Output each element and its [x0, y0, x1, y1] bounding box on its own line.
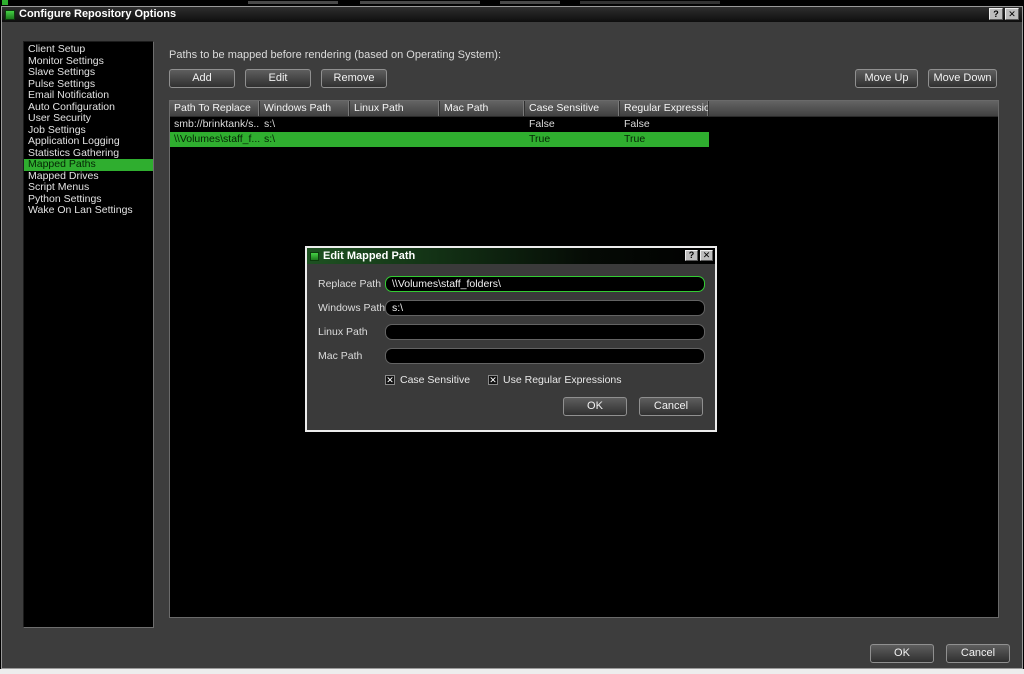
mapped-paths-description: Paths to be mapped before rendering (bas… [169, 49, 501, 61]
move-down-button[interactable]: Move Down [928, 69, 997, 88]
cell-case-sensitive: True [525, 132, 620, 147]
table-row-selected[interactable]: \\Volumes\staff_f... s:\ True True [170, 132, 709, 147]
checkbox-check-icon: ✕ [385, 375, 395, 385]
remove-button[interactable]: Remove [321, 69, 387, 88]
windows-path-input[interactable] [385, 300, 705, 316]
case-sensitive-checkbox[interactable]: ✕ Case Sensitive [385, 374, 470, 386]
cell-linux-path [350, 117, 440, 132]
cell-windows-path: s:\ [260, 132, 350, 147]
background-artifact [248, 1, 338, 4]
linux-path-input[interactable] [385, 324, 705, 340]
edit-button[interactable]: Edit [245, 69, 311, 88]
mac-path-label: Mac Path [318, 350, 362, 362]
column-header-regular-expression[interactable]: Regular Expression [620, 101, 709, 116]
sidebar-item-script-menus[interactable]: Script Menus [24, 182, 153, 194]
mac-path-input[interactable] [385, 348, 705, 364]
windows-path-label: Windows Path [318, 302, 385, 314]
add-button[interactable]: Add [169, 69, 235, 88]
cell-mac-path [440, 132, 525, 147]
cell-windows-path: s:\ [260, 117, 350, 132]
table-header-row: Path To Replace Windows Path Linux Path … [170, 101, 998, 117]
sidebar-item-wake-on-lan-settings[interactable]: Wake On Lan Settings [24, 205, 153, 217]
column-header-mac-path[interactable]: Mac Path [440, 101, 525, 116]
help-button[interactable]: ? [989, 8, 1003, 20]
column-header-case-sensitive[interactable]: Case Sensitive [525, 101, 620, 116]
close-button[interactable]: ✕ [1005, 8, 1019, 20]
dialog-title: Edit Mapped Path [323, 250, 415, 262]
background-app-icon [2, 0, 8, 5]
sidebar-item-application-logging[interactable]: Application Logging [24, 136, 153, 148]
cell-mac-path [440, 117, 525, 132]
window-title: Configure Repository Options [19, 7, 176, 22]
sidebar-item-slave-settings[interactable]: Slave Settings [24, 67, 153, 79]
sidebar-item-user-security[interactable]: User Security [24, 113, 153, 125]
settings-nav: Client Setup Monitor Settings Slave Sett… [23, 41, 154, 628]
cancel-button[interactable]: Cancel [946, 644, 1010, 663]
dialog-close-button[interactable]: ✕ [700, 250, 713, 261]
replace-path-label: Replace Path [318, 278, 381, 290]
dialog-cancel-button[interactable]: Cancel [639, 397, 703, 416]
cell-path-to-replace: \\Volumes\staff_f... [170, 132, 260, 147]
window-titlebar[interactable]: Configure Repository Options ? ✕ [2, 7, 1022, 22]
column-header-linux-path[interactable]: Linux Path [350, 101, 440, 116]
sidebar-item-client-setup[interactable]: Client Setup [24, 44, 153, 56]
column-header-path-to-replace[interactable]: Path To Replace [170, 101, 260, 116]
case-sensitive-checkbox-label: Case Sensitive [400, 374, 470, 386]
sidebar-item-email-notification[interactable]: Email Notification [24, 90, 153, 102]
desktop-bottom-strip [0, 669, 1024, 674]
checkbox-check-icon: ✕ [488, 375, 498, 385]
background-artifact [500, 1, 560, 4]
cell-regular-expression: True [620, 132, 709, 147]
cell-path-to-replace: smb://brinktank/s... [170, 117, 260, 132]
dialog-app-icon [310, 252, 319, 261]
dialog-ok-button[interactable]: OK [563, 397, 627, 416]
dialog-help-button[interactable]: ? [685, 250, 698, 261]
linux-path-label: Linux Path [318, 326, 368, 338]
use-regular-expressions-checkbox[interactable]: ✕ Use Regular Expressions [488, 374, 621, 386]
use-regular-expressions-checkbox-label: Use Regular Expressions [503, 374, 621, 386]
app-icon [5, 10, 15, 20]
ok-button[interactable]: OK [870, 644, 934, 663]
dialog-titlebar[interactable]: Edit Mapped Path ? ✕ [307, 248, 715, 264]
table-row[interactable]: smb://brinktank/s... s:\ False False [170, 117, 998, 132]
background-artifact [580, 1, 720, 4]
column-header-filler [709, 101, 998, 116]
cell-regular-expression: False [620, 117, 709, 132]
sidebar-item-mapped-paths[interactable]: Mapped Paths [24, 159, 153, 171]
column-header-windows-path[interactable]: Windows Path [260, 101, 350, 116]
screen: Configure Repository Options ? ✕ Client … [0, 0, 1024, 674]
edit-mapped-path-dialog: Edit Mapped Path ? ✕ Replace Path Window… [305, 246, 717, 432]
replace-path-input[interactable] [385, 276, 705, 292]
move-up-button[interactable]: Move Up [855, 69, 918, 88]
cell-linux-path [350, 132, 440, 147]
cell-case-sensitive: False [525, 117, 620, 132]
background-artifact [360, 1, 480, 4]
